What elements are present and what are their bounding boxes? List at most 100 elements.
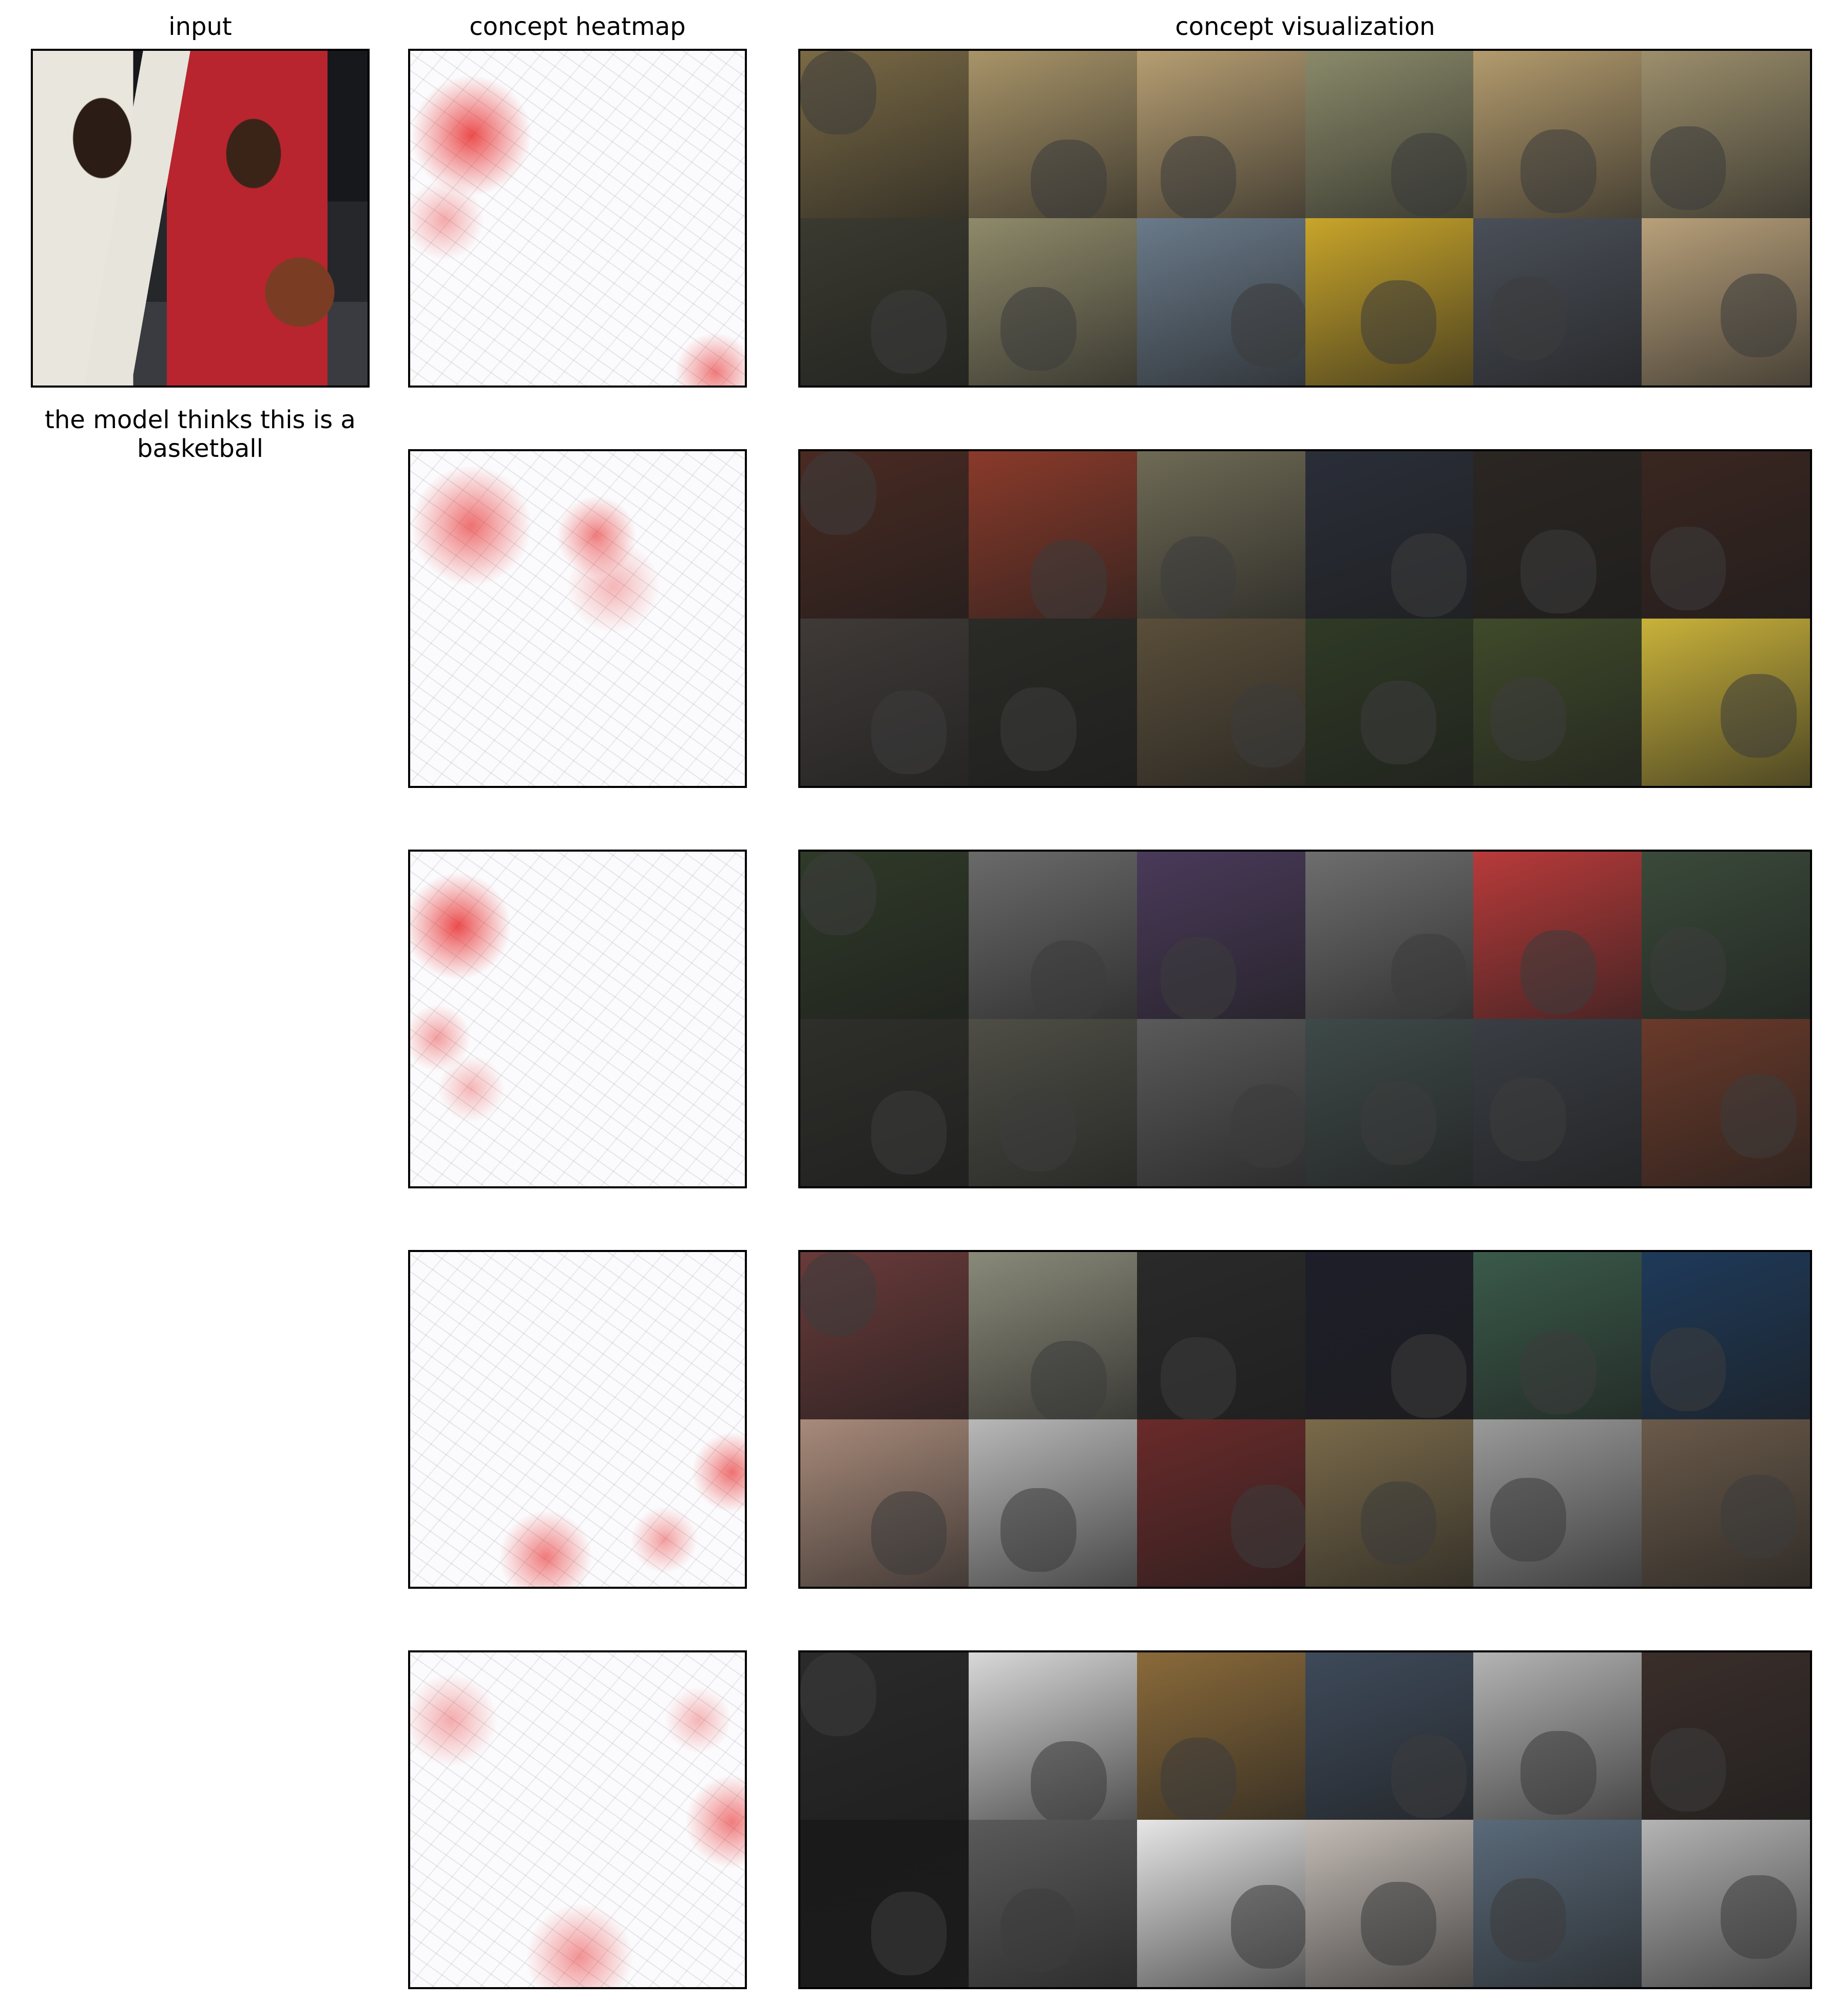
concept-mask-overlay xyxy=(1391,1734,1467,1818)
concept-example-image xyxy=(968,1652,1137,1820)
input-column-title: input xyxy=(168,12,232,41)
concept-mask-overlay xyxy=(800,852,876,935)
concept-mask-overlay xyxy=(1231,1485,1305,1569)
concept-example-image xyxy=(800,1419,969,1587)
concept-visualization-grid xyxy=(798,49,1812,388)
concept-example-image xyxy=(1642,1252,1810,1419)
concept-example-image xyxy=(1305,852,1474,1019)
concept-mask-overlay xyxy=(1391,1334,1467,1418)
concept-visualization-grid xyxy=(798,850,1812,1188)
concept-mask-overlay xyxy=(1391,132,1467,217)
concept-visualization-grid xyxy=(798,1250,1812,1589)
concept-example-image xyxy=(1642,1820,1810,1987)
concept-mask-overlay xyxy=(1360,680,1437,764)
concept-example-image xyxy=(1137,218,1305,386)
concept-example-image xyxy=(800,1820,969,1987)
concept-mask-overlay xyxy=(1490,677,1566,761)
heatmap-activation xyxy=(498,1509,593,1587)
concept-example-image xyxy=(1137,1652,1305,1820)
concept-example-image xyxy=(1473,1252,1642,1419)
concept-mask-overlay xyxy=(1650,126,1726,210)
concept-mask-overlay xyxy=(1391,533,1467,617)
concept-example-image xyxy=(800,852,969,1019)
concept-example-image xyxy=(1642,451,1810,619)
concept-visualization-grid xyxy=(798,1650,1812,1989)
concept-mask-overlay xyxy=(1231,1084,1305,1168)
concept-example-image xyxy=(968,451,1137,619)
concept-mask-overlay xyxy=(1031,1340,1107,1419)
heatmap-activation xyxy=(525,1903,634,1987)
concept-example-image xyxy=(1137,1419,1305,1587)
concept-example-image xyxy=(1642,1652,1810,1820)
concept-heatmap xyxy=(408,49,747,388)
concept-mask-overlay xyxy=(1520,1731,1596,1815)
heatmap-activation xyxy=(410,1672,498,1768)
concept-mask-overlay xyxy=(1031,540,1107,619)
concept-mask-overlay xyxy=(1520,129,1596,214)
concept-mask-overlay xyxy=(1490,1878,1566,1962)
concept-example-image xyxy=(1137,1820,1305,1987)
concept-example-image xyxy=(1137,1252,1305,1419)
heatmap-activation xyxy=(684,1774,745,1870)
concept-visualization-grid xyxy=(798,449,1812,788)
concept-example-image xyxy=(1473,1652,1642,1820)
concept-example-image xyxy=(1473,852,1642,1019)
concept-mask-overlay xyxy=(1231,684,1305,768)
concept-heatmap xyxy=(408,449,747,788)
concept-mask-overlay xyxy=(871,1892,947,1976)
concept-mask-overlay xyxy=(1000,1888,1076,1972)
heatmap-activation xyxy=(410,872,512,980)
concept-mask-overlay xyxy=(1650,927,1726,1011)
concept-mask-overlay xyxy=(1160,937,1237,1019)
concept-mask-overlay xyxy=(1360,1081,1437,1165)
heatmap-activation xyxy=(630,1506,698,1574)
concept-mask-overlay xyxy=(1650,1727,1726,1812)
heatmap-column-title: concept heatmap xyxy=(469,12,686,41)
concept-heatmap xyxy=(408,1650,747,1989)
concept-example-image xyxy=(1305,1652,1474,1820)
concept-mask-overlay xyxy=(1000,286,1076,371)
concept-example-image xyxy=(800,451,969,619)
concept-mask-overlay xyxy=(1231,1885,1305,1969)
concept-mask-overlay xyxy=(1721,1875,1797,1959)
concept-example-image xyxy=(968,852,1137,1019)
concept-heatmap xyxy=(408,850,747,1188)
concept-mask-overlay xyxy=(1360,280,1437,364)
heatmap-activation xyxy=(437,1055,505,1123)
concept-example-image xyxy=(1305,619,1474,786)
concept-mask-overlay xyxy=(1031,139,1107,218)
concept-mask-overlay xyxy=(1360,1481,1437,1565)
concept-example-image xyxy=(1137,619,1305,786)
heatmap-activation xyxy=(664,1686,732,1754)
concept-example-image xyxy=(1305,1019,1474,1186)
concept-mask-overlay xyxy=(800,1652,876,1736)
concept-mask-overlay xyxy=(871,690,947,775)
concept-mask-overlay xyxy=(1360,1881,1437,1966)
concept-mask-overlay xyxy=(1721,673,1797,758)
concept-example-image xyxy=(1642,852,1810,1019)
concept-mask-overlay xyxy=(871,290,947,374)
concept-mask-overlay xyxy=(800,451,876,535)
concept-example-image xyxy=(1305,1820,1474,1987)
concept-example-image xyxy=(1137,1019,1305,1186)
concept-mask-overlay xyxy=(1650,1327,1726,1411)
concept-example-image xyxy=(1473,451,1642,619)
heatmap-activation xyxy=(410,465,532,587)
concept-example-image xyxy=(800,1019,969,1186)
concept-example-image xyxy=(1473,1820,1642,1987)
concept-mask-overlay xyxy=(1721,1474,1797,1558)
concept-example-image xyxy=(800,1252,969,1419)
concept-mask-overlay xyxy=(1231,283,1305,368)
concept-mask-overlay xyxy=(1391,933,1467,1017)
concept-example-image xyxy=(800,1652,969,1820)
concept-example-image xyxy=(800,51,969,218)
concept-example-image xyxy=(1473,1419,1642,1587)
concept-example-image xyxy=(1473,51,1642,218)
concept-example-image xyxy=(1473,619,1642,786)
concept-mask-overlay xyxy=(1031,1741,1107,1820)
concept-example-image xyxy=(1305,1419,1474,1587)
heatmap-activation xyxy=(410,74,532,197)
concept-example-image xyxy=(1137,451,1305,619)
concept-example-image xyxy=(1137,51,1305,218)
concept-example-image xyxy=(800,218,969,386)
